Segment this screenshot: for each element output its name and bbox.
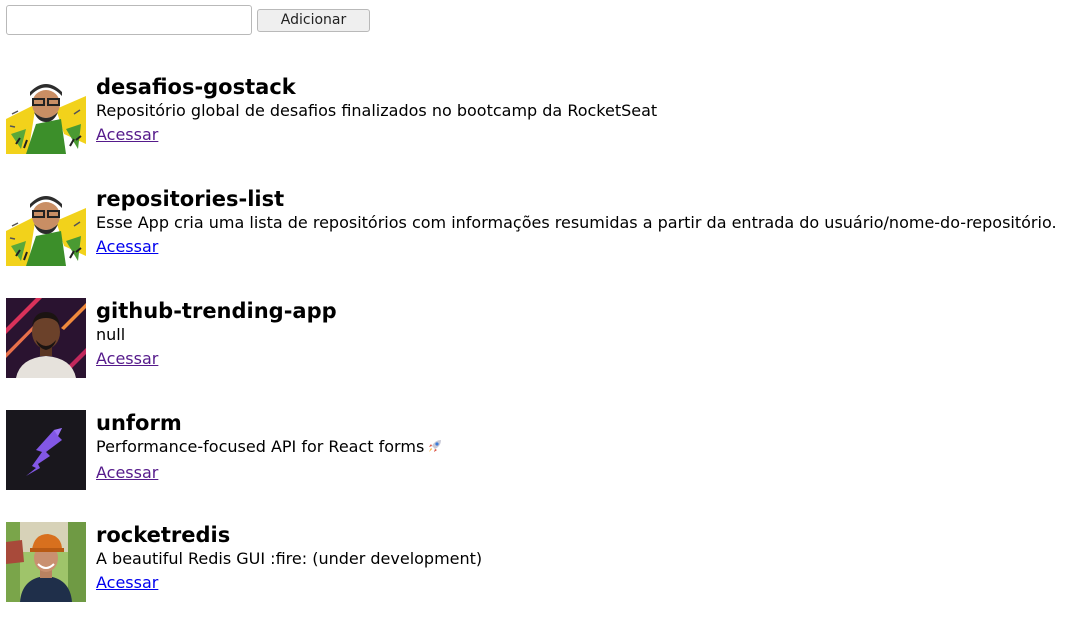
repository-info: repositories-list Esse App cria uma list… (96, 186, 1057, 259)
page: Adicionar desafios-gostack Repositório g… (0, 0, 1080, 635)
access-link[interactable]: Acessar (96, 347, 158, 371)
avatar-sketch-portrait-icon (6, 74, 86, 154)
rocket-emoji-icon (427, 437, 443, 461)
repository-name: rocketredis (96, 523, 231, 547)
avatar-photo-portrait-icon (6, 298, 86, 378)
add-button[interactable]: Adicionar (257, 9, 370, 32)
repository-description: Performance-focused API for React forms (96, 435, 443, 461)
repository-description: null (96, 325, 126, 344)
description-text: Performance-focused API for React forms (96, 437, 425, 456)
repository-name: github-trending-app (96, 299, 337, 323)
add-repository-form: Adicionar (6, 5, 370, 35)
access-link[interactable]: Acessar (96, 123, 158, 147)
repository-info: rocketredis A beautiful Redis GUI :fire:… (96, 522, 482, 595)
list-item: desafios-gostack Repositório global de d… (6, 74, 1057, 154)
avatar (6, 410, 86, 490)
repository-info: unform Performance-focused API for React… (96, 410, 443, 485)
avatar (6, 186, 86, 266)
unform-logo-icon (6, 410, 86, 490)
repository-input[interactable] (6, 5, 252, 35)
list-item: repositories-list Esse App cria uma list… (6, 186, 1057, 266)
repository-description: Esse App cria uma lista de repositórios … (96, 213, 1057, 232)
repository-description: A beautiful Redis GUI :fire: (under deve… (96, 549, 483, 568)
access-link[interactable]: Acessar (96, 235, 158, 259)
repository-name: desafios-gostack (96, 75, 296, 99)
repository-name: unform (96, 411, 182, 435)
repository-description: Repositório global de desafios finalizad… (96, 101, 658, 120)
avatar (6, 74, 86, 154)
access-link[interactable]: Acessar (96, 461, 158, 485)
avatar-photo-outdoor-icon (6, 522, 86, 602)
list-item: rocketredis A beautiful Redis GUI :fire:… (6, 522, 1057, 602)
repository-name: repositories-list (96, 187, 285, 211)
avatar (6, 298, 86, 378)
avatar-sketch-portrait-icon (6, 186, 86, 266)
list-item: unform Performance-focused API for React… (6, 410, 1057, 490)
list-item: github-trending-app null Acessar (6, 298, 1057, 378)
avatar (6, 522, 86, 602)
repository-list: desafios-gostack Repositório global de d… (6, 74, 1057, 634)
repository-info: desafios-gostack Repositório global de d… (96, 74, 657, 147)
repository-info: github-trending-app null Acessar (96, 298, 337, 371)
access-link[interactable]: Acessar (96, 571, 158, 595)
